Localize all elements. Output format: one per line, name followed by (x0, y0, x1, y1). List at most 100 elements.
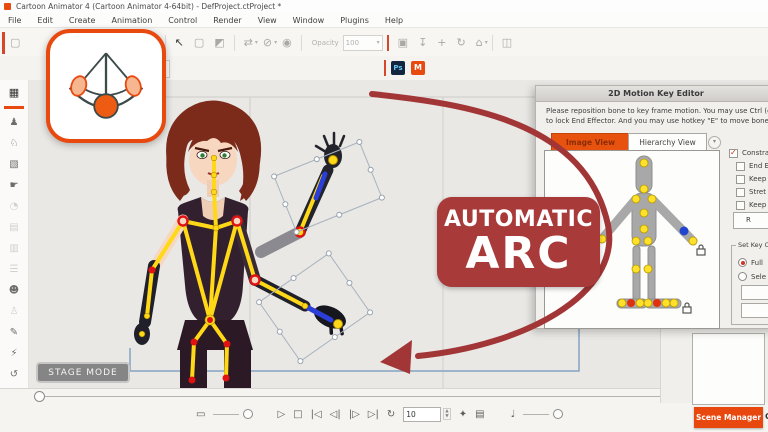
checkbox-icon[interactable] (736, 174, 745, 184)
checkbox-keep-2[interactable]: Keep (736, 199, 766, 211)
gesture-icon[interactable]: ☛ (0, 177, 28, 195)
go-last-button[interactable]: ▷| (368, 409, 379, 420)
actor-icon[interactable]: ♟ (0, 114, 28, 132)
menu-animation[interactable]: Animation (103, 16, 160, 25)
opacity-input[interactable]: 100 ▾ (342, 34, 383, 51)
rotate-icon[interactable]: ↻ (457, 37, 466, 48)
caret-down-icon[interactable]: ▾ (485, 39, 488, 46)
checkbox-label: Keep (749, 175, 767, 183)
toolbar-separator (233, 34, 235, 51)
motion-link-icon[interactable]: M (411, 61, 425, 75)
props-icon[interactable]: ▧ (0, 156, 28, 174)
pendulum-arc-icon (68, 52, 144, 119)
content-manager-icon[interactable]: ▦ (0, 84, 28, 102)
menu-render[interactable]: Render (205, 16, 249, 25)
window-title: Cartoon Animator 4 (Cartoon Animator 4-6… (16, 2, 282, 11)
menu-edit[interactable]: Edit (29, 16, 61, 25)
menu-file[interactable]: File (0, 16, 29, 25)
checkbox-stretch[interactable]: Stret (736, 186, 766, 198)
checkbox-icon[interactable] (736, 161, 745, 171)
motion-icon[interactable]: ⚡ (0, 345, 28, 363)
caret-down-icon[interactable]: ▾ (377, 39, 380, 46)
reset-button[interactable]: R (733, 212, 768, 229)
face-key-icon[interactable]: ✎ (0, 324, 28, 342)
playhead-knob[interactable] (34, 391, 45, 402)
menu-create[interactable]: Create (61, 16, 104, 25)
caption-icon[interactable]: ▭ (196, 409, 205, 420)
checkbox-label: Keep (749, 201, 767, 209)
link-icon[interactable]: ⊘ (263, 37, 272, 48)
caption-slider[interactable] (213, 413, 240, 415)
key-action-button-2[interactable] (741, 303, 768, 318)
key-action-button-1[interactable] (741, 285, 768, 300)
pin-down-icon[interactable]: ↧ (418, 37, 427, 48)
radio-label: Sele (751, 272, 767, 281)
menu-plugins[interactable]: Plugins (332, 16, 377, 25)
head-turn-icon[interactable]: ↺ (0, 366, 28, 384)
face-puppet-icon[interactable]: ☻ (0, 282, 28, 300)
frame-number-input[interactable] (403, 406, 442, 422)
move-icon[interactable]: + (437, 37, 446, 48)
stop-button[interactable]: □ (293, 409, 302, 420)
checkbox-constrain[interactable]: ✓ Constra (729, 147, 768, 159)
selection-box-lowered-arm[interactable] (256, 250, 374, 365)
animation-icon[interactable]: ♘ (0, 135, 28, 153)
home-icon[interactable]: ⌂ (476, 37, 483, 48)
go-first-button[interactable]: |◁ (311, 409, 322, 420)
prev-frame-button[interactable]: ◁| (330, 409, 341, 420)
opacity-label: Opacity (311, 38, 339, 47)
frame-stepper[interactable]: ▲ ▼ (443, 408, 451, 420)
radio-full[interactable]: Full (738, 257, 763, 268)
chevron-down-icon[interactable]: ▾ (708, 136, 721, 149)
auto-arc-feature-icon (46, 29, 166, 143)
scene-manager-button[interactable]: Scene Manager (694, 407, 763, 428)
radio-icon[interactable] (738, 272, 747, 281)
timeline-scrubber[interactable] (36, 396, 676, 397)
app-window: Cartoon Animator 4 (Cartoon Animator 4-6… (0, 0, 768, 432)
radio-selected[interactable]: Sele (738, 271, 766, 282)
checkbox-end-effector[interactable]: End E (736, 160, 768, 172)
gear-icon[interactable]: ✦ (459, 409, 467, 420)
flip-icon[interactable]: ⇄ (244, 37, 253, 48)
playback-controls: ▭ ▷ □ |◁ ◁| |▷ ▷| ↻ ▲▼ ✦ ▤ ♩ (196, 406, 564, 422)
menu-bar: File Edit Create Animation Control Rende… (0, 13, 768, 27)
caption-slider-knob[interactable] (243, 409, 254, 419)
audio-icon[interactable]: ♩ (511, 409, 516, 420)
menu-help[interactable]: Help (377, 16, 411, 25)
select-tool-icon[interactable]: ↖ (175, 37, 184, 48)
toolbar2-separator-red (384, 60, 386, 76)
menu-control[interactable]: Control (160, 16, 205, 25)
caret-down-icon[interactable]: ▾ (255, 39, 258, 46)
checkbox-icon[interactable] (736, 187, 745, 197)
bone-rig-blue (302, 171, 334, 323)
loop-button[interactable]: ↻ (387, 409, 395, 420)
sidebar-active-indicator (4, 106, 24, 109)
play-button[interactable]: ▷ (277, 409, 285, 420)
panel-title[interactable]: 2D Motion Key Editor (536, 86, 768, 102)
automatic-arc-badge: AUTOMATIC ARC (437, 197, 600, 287)
export-icon[interactable]: ▤ (475, 409, 484, 420)
template-grid-icon: ▤ (9, 222, 19, 233)
body-puppet-icon: ♙ (9, 306, 19, 317)
new-project-icon[interactable]: ▢ (10, 37, 20, 48)
checkbox-keep-1[interactable]: Keep (736, 173, 766, 185)
opacity-value: 100 (345, 38, 360, 47)
checkbox-icon[interactable] (736, 200, 745, 210)
volume-slider[interactable] (523, 413, 550, 415)
title-bar: Cartoon Animator 4 (Cartoon Animator 4-6… (0, 0, 768, 13)
photoshop-link-icon[interactable]: Ps (391, 61, 405, 75)
volume-slider-knob[interactable] (553, 409, 564, 419)
checkbox-label: Constra (742, 149, 768, 157)
page-icon[interactable]: ▢ (194, 37, 204, 48)
next-frame-button[interactable]: |▷ (349, 409, 360, 420)
image-icon[interactable]: ▣ (398, 37, 408, 48)
caret-down-icon[interactable]: ▾ (274, 39, 277, 46)
checkbox-icon[interactable]: ✓ (729, 148, 738, 158)
visibility-icon[interactable]: ◉ (282, 37, 292, 48)
fill-tool-icon[interactable]: ◩ (214, 37, 224, 48)
menu-window[interactable]: Window (285, 16, 333, 25)
mirror-icon[interactable]: ◫ (502, 37, 512, 48)
template-grid2-icon: ▥ (9, 243, 19, 254)
menu-view[interactable]: View (250, 16, 285, 25)
radio-icon[interactable] (738, 258, 747, 267)
